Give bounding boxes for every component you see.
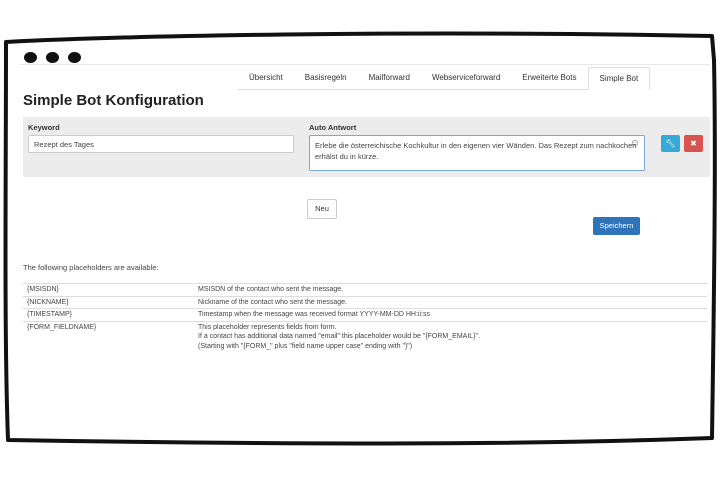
smiley-icon[interactable]: ☺ [630,138,640,149]
page-title: Simple Bot Konfiguration [23,92,204,109]
save-button[interactable]: Speichern [593,217,640,235]
table-row: {NICKNAME} Nickname of the contact who s… [23,295,707,309]
delete-button[interactable]: ✖ [684,135,703,152]
edit-button[interactable]: 🔧︎ [661,135,680,152]
placeholder-desc: This placeholder represents fields from … [194,320,707,352]
table-row: {MSISDN} MSISDN of the contact who sent … [23,283,707,296]
tab-webserviceforward[interactable]: Webserviceforward [421,67,511,89]
placeholder-key: {MSISDN} [23,283,194,296]
keyword-input[interactable]: Rezept des Tages [28,135,294,153]
table-row: {FORM_FIELDNAME} This placeholder repres… [23,320,707,352]
new-button[interactable]: Neu [307,199,337,219]
tab-bar: Übersicht Basisregeln Mailforward Webser… [238,67,651,90]
placeholder-desc: Nickname of the contact who sent the mes… [194,295,707,309]
window-dot-icon[interactable] [68,52,81,63]
placeholder-key: {NICKNAME} [23,295,194,309]
wrench-icon: 🔧︎ [665,139,676,148]
placeholder-desc: Timestamp when the message was received … [194,308,707,321]
rule-panel: Keyword Rezept des Tages Auto Antwort Er… [23,117,710,177]
tab-mailforward[interactable]: Mailforward [358,67,421,89]
table-row: {TIMESTAMP} Timestamp when the message w… [23,308,707,321]
tab-erweiterte-bots[interactable]: Erweiterte Bots [511,67,587,89]
tab-uebersicht[interactable]: Übersicht [238,67,294,89]
placeholder-key: {FORM_FIELDNAME} [23,320,194,352]
answer-textarea[interactable]: Erlebe die österreichische Kochkultur in… [309,135,645,171]
placeholder-desc: MSISDN of the contact who sent the messa… [194,283,707,296]
window-dot-icon[interactable] [24,52,37,63]
close-icon: ✖ [690,139,697,148]
answer-label: Auto Antwort [309,123,357,132]
placeholders-intro: The following placeholders are available… [23,263,159,272]
tab-basisregeln[interactable]: Basisregeln [294,67,358,89]
answer-text: Erlebe die österreichische Kochkultur in… [315,141,637,161]
placeholder-key: {TIMESTAMP} [23,308,194,321]
tab-simple-bot[interactable]: Simple Bot [587,67,651,90]
placeholders-table: {MSISDN} MSISDN of the contact who sent … [23,283,707,352]
window-controls [24,52,81,63]
keyword-label: Keyword [28,123,60,132]
header-divider [20,64,710,65]
window-dot-icon[interactable] [46,52,59,63]
